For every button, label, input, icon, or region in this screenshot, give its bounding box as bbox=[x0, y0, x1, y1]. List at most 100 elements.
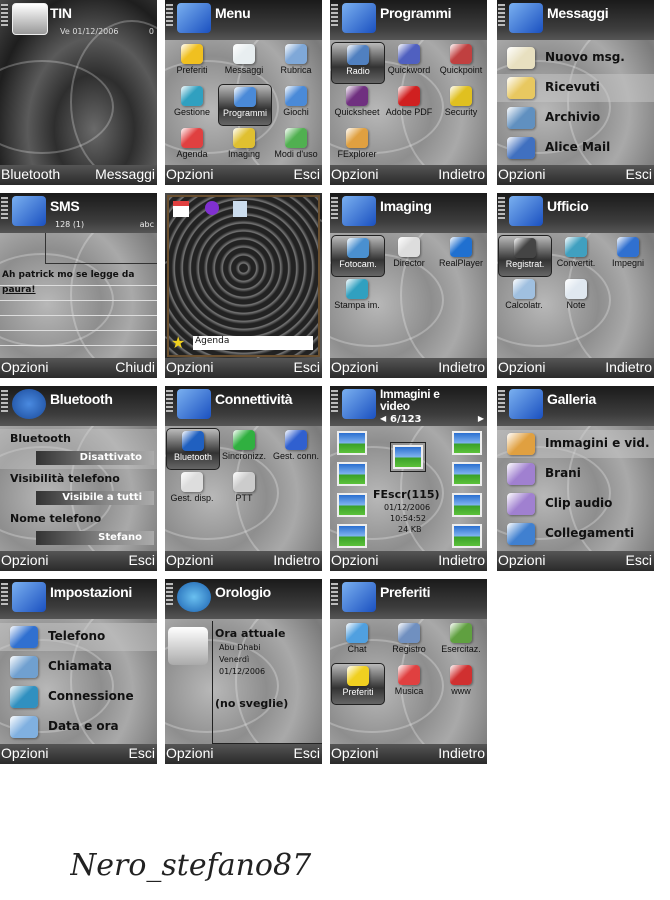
left-softkey[interactable]: Opzioni bbox=[498, 166, 545, 182]
right-softkey[interactable]: Esci bbox=[129, 745, 155, 761]
setting-value[interactable]: Stefano bbox=[36, 531, 154, 545]
grid-item-messaggi[interactable]: Messaggi bbox=[218, 42, 270, 82]
list-item[interactable]: Nuovo msg. bbox=[497, 44, 654, 72]
left-softkey[interactable]: Opzioni bbox=[1, 552, 48, 568]
list-item[interactable]: Immagini e vid. bbox=[497, 430, 654, 458]
notes-shortcut-icon[interactable] bbox=[233, 201, 247, 217]
image-thumbnail[interactable] bbox=[337, 493, 367, 517]
list-item[interactable]: Alice Mail bbox=[497, 134, 654, 162]
grid-item-registro[interactable]: Registro bbox=[383, 621, 435, 661]
grid-item-chat[interactable]: Chat bbox=[331, 621, 383, 661]
left-softkey[interactable]: Opzioni bbox=[331, 745, 378, 761]
left-softkey[interactable]: Opzioni bbox=[498, 359, 545, 375]
grid-item-musica[interactable]: Musica bbox=[383, 663, 435, 703]
list-item[interactable]: Chiamata bbox=[0, 653, 157, 681]
image-thumbnail[interactable] bbox=[452, 462, 482, 486]
grid-item-giochi[interactable]: Giochi bbox=[270, 84, 322, 124]
active-shortcut-agenda[interactable]: Agenda bbox=[193, 336, 313, 350]
grid-item-calcolatr-[interactable]: Calcolatr. bbox=[498, 277, 550, 317]
left-softkey[interactable]: Opzioni bbox=[166, 166, 213, 182]
next-arrow-icon[interactable]: ▶ bbox=[478, 414, 484, 423]
image-thumbnail[interactable] bbox=[337, 524, 367, 548]
grid-item-sincronizz-[interactable]: Sincronizz. bbox=[218, 428, 270, 468]
list-item[interactable]: Data e ora bbox=[0, 713, 157, 741]
grid-item-quickpoint[interactable]: Quickpoint bbox=[435, 42, 487, 82]
grid-item-preferiti[interactable]: Preferiti bbox=[331, 663, 385, 705]
left-softkey[interactable]: Opzioni bbox=[1, 745, 48, 761]
grid-item-security[interactable]: Security bbox=[435, 84, 487, 124]
list-item[interactable]: Connessione bbox=[0, 683, 157, 711]
right-softkey[interactable]: Indietro bbox=[438, 552, 485, 568]
left-softkey[interactable]: Opzioni bbox=[331, 166, 378, 182]
grid-item-rubrica[interactable]: Rubrica bbox=[270, 42, 322, 82]
right-softkey[interactable]: Indietro bbox=[273, 552, 320, 568]
grid-item-note[interactable]: Note bbox=[550, 277, 602, 317]
left-softkey[interactable]: Opzioni bbox=[166, 359, 213, 375]
left-softkey[interactable]: Bluetooth bbox=[1, 166, 60, 182]
grid-item-programmi[interactable]: Programmi bbox=[218, 84, 272, 126]
right-softkey[interactable]: Indietro bbox=[438, 166, 485, 182]
grid-item-esercitaz-[interactable]: Esercitaz. bbox=[435, 621, 487, 661]
list-item[interactable]: Ricevuti bbox=[497, 74, 654, 102]
left-softkey[interactable]: Opzioni bbox=[166, 745, 213, 761]
grid-item-agenda[interactable]: Agenda bbox=[166, 126, 218, 166]
grid-item-quickword[interactable]: Quickword bbox=[383, 42, 435, 82]
left-softkey[interactable]: Opzioni bbox=[498, 552, 545, 568]
grid-item-radio[interactable]: Radio bbox=[331, 42, 385, 84]
left-softkey[interactable]: Opzioni bbox=[1, 359, 48, 375]
grid-item-preferiti[interactable]: Preferiti bbox=[166, 42, 218, 82]
message-body-text[interactable]: Ah patrick mo se legge da bbox=[2, 270, 134, 280]
right-softkey[interactable]: Esci bbox=[129, 552, 155, 568]
grid-item-bluetooth[interactable]: Bluetooth bbox=[166, 428, 220, 470]
right-softkey[interactable]: Esci bbox=[626, 552, 652, 568]
grid-item-stampa-im-[interactable]: Stampa im. bbox=[331, 277, 383, 317]
left-softkey[interactable]: Opzioni bbox=[166, 552, 213, 568]
list-item[interactable]: Brani bbox=[497, 460, 654, 488]
grid-item-modi-d-uso[interactable]: Modi d'uso bbox=[270, 126, 322, 166]
grid-item-gest-disp-[interactable]: Gest. disp. bbox=[166, 470, 218, 510]
grid-item-quicksheet[interactable]: Quicksheet bbox=[331, 84, 383, 124]
list-item[interactable]: Clip audio bbox=[497, 490, 654, 518]
grid-item-ptt[interactable]: PTT bbox=[218, 470, 270, 510]
image-thumbnail[interactable] bbox=[452, 431, 482, 455]
message-body-text-line2[interactable]: paura! bbox=[2, 285, 36, 295]
image-thumbnail[interactable] bbox=[337, 462, 367, 486]
grid-item-registrat-[interactable]: Registrat. bbox=[498, 235, 552, 277]
setting-value[interactable]: Disattivato bbox=[36, 451, 154, 465]
grid-item-director[interactable]: Director bbox=[383, 235, 435, 275]
right-softkey[interactable]: Indietro bbox=[438, 745, 485, 761]
image-thumbnail-selected[interactable] bbox=[390, 442, 426, 472]
printer-icon bbox=[346, 279, 368, 299]
softkey-bar: Opzioni Indietro bbox=[330, 744, 487, 764]
left-softkey[interactable]: Opzioni bbox=[331, 552, 378, 568]
prev-arrow-icon[interactable]: ◀ bbox=[380, 414, 386, 423]
grid-item-imaging[interactable]: Imaging bbox=[218, 126, 270, 166]
list-item[interactable]: Telefono bbox=[0, 623, 157, 651]
right-softkey[interactable]: Esci bbox=[294, 166, 320, 182]
right-softkey[interactable]: Esci bbox=[294, 745, 320, 761]
image-thumbnail[interactable] bbox=[452, 524, 482, 548]
grid-item-www[interactable]: www bbox=[435, 663, 487, 703]
grid-item-fexplorer[interactable]: FExplorer bbox=[331, 126, 383, 166]
gem-shortcut-icon[interactable] bbox=[205, 201, 219, 215]
left-softkey[interactable]: Opzioni bbox=[331, 359, 378, 375]
grid-item-impegni[interactable]: Impegni bbox=[602, 235, 654, 275]
right-softkey[interactable]: Esci bbox=[294, 359, 320, 375]
grid-item-gestione[interactable]: Gestione bbox=[166, 84, 218, 124]
right-softkey[interactable]: Esci bbox=[626, 166, 652, 182]
image-thumbnail[interactable] bbox=[452, 493, 482, 517]
list-item[interactable]: Collegamenti bbox=[497, 520, 654, 548]
image-thumbnail[interactable] bbox=[337, 431, 367, 455]
grid-item-gest-conn-[interactable]: Gest. conn. bbox=[270, 428, 322, 468]
grid-item-convertit-[interactable]: Convertit. bbox=[550, 235, 602, 275]
calendar-shortcut-icon[interactable] bbox=[173, 201, 189, 217]
grid-item-adobe-pdf[interactable]: Adobe PDF bbox=[383, 84, 435, 124]
setting-value[interactable]: Visibile a tutti bbox=[36, 491, 154, 505]
right-softkey[interactable]: Chiudi bbox=[115, 359, 155, 375]
right-softkey[interactable]: Indietro bbox=[605, 359, 652, 375]
grid-item-fotocam-[interactable]: Fotocam. bbox=[331, 235, 385, 277]
grid-item-realplayer[interactable]: RealPlayer bbox=[435, 235, 487, 275]
right-softkey[interactable]: Messaggi bbox=[95, 166, 155, 182]
right-softkey[interactable]: Indietro bbox=[438, 359, 485, 375]
list-item[interactable]: Archivio bbox=[497, 104, 654, 132]
